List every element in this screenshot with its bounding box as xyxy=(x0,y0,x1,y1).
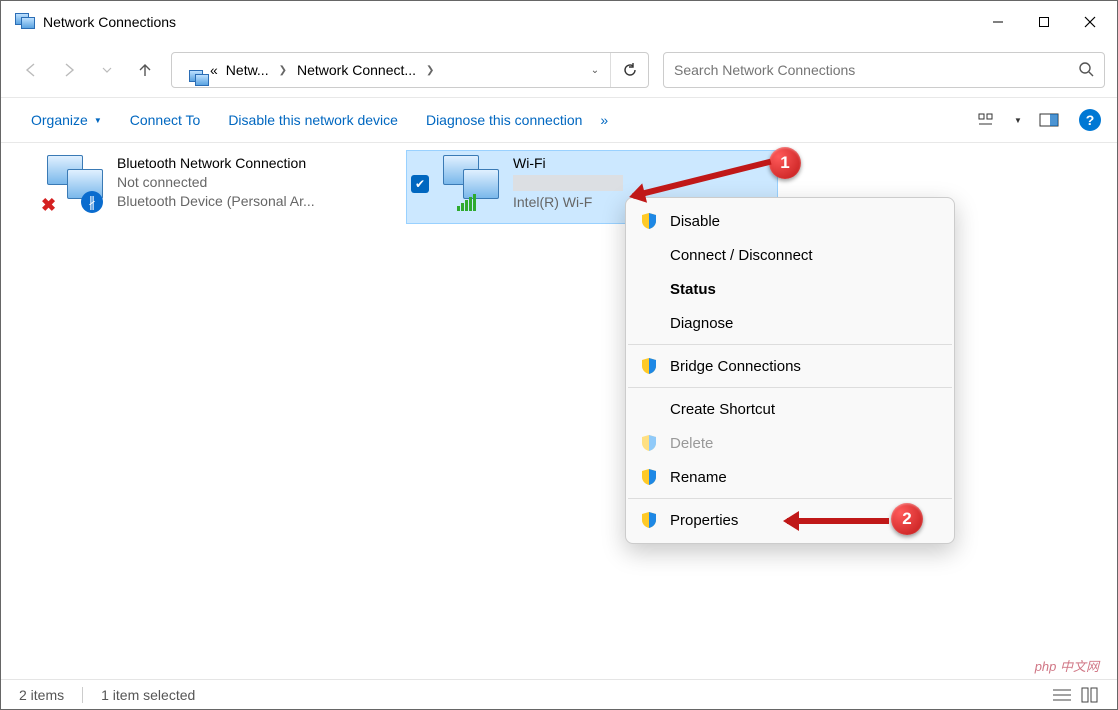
view-dropdown[interactable]: ▼ xyxy=(1009,102,1027,138)
menu-label: Delete xyxy=(670,435,713,452)
shield-icon xyxy=(640,434,658,452)
view-mode-icons[interactable] xyxy=(1053,687,1099,703)
status-selected-count: 1 item selected xyxy=(101,687,195,703)
network-icon xyxy=(15,13,33,31)
menu-disable[interactable]: Disable xyxy=(626,204,954,238)
search-box[interactable] xyxy=(663,52,1105,88)
organize-label: Organize xyxy=(31,112,88,128)
diagnose-label: Diagnose this connection xyxy=(426,112,582,128)
breadcrumb-2[interactable]: Network Connect... xyxy=(293,62,420,78)
menu-label: Properties xyxy=(670,512,738,529)
menu-label: Status xyxy=(670,281,716,298)
adapter-status: Not connected xyxy=(117,174,403,190)
status-bar: 2 items 1 item selected xyxy=(1,679,1117,709)
menu-delete: Delete xyxy=(626,426,954,460)
large-icons-view-icon[interactable] xyxy=(1081,687,1099,703)
menu-label: Bridge Connections xyxy=(670,358,801,375)
up-button[interactable] xyxy=(127,52,163,88)
annotation-badge-2: 2 xyxy=(891,503,923,535)
address-bar[interactable]: « Netw... ❯ Network Connect... ❯ ⌄ xyxy=(171,52,649,88)
menu-status[interactable]: Status xyxy=(626,272,954,306)
chevron-right-icon[interactable]: ❯ xyxy=(420,65,440,76)
details-view-icon[interactable] xyxy=(1053,687,1071,703)
title-bar: Network Connections xyxy=(1,1,1117,43)
connect-to-button[interactable]: Connect To xyxy=(116,98,215,142)
overflow-button[interactable]: » xyxy=(596,98,612,142)
shield-icon xyxy=(640,468,658,486)
menu-separator xyxy=(628,344,952,345)
shield-icon xyxy=(640,212,658,230)
menu-label: Connect / Disconnect xyxy=(670,247,813,264)
view-options-button[interactable] xyxy=(969,102,1005,138)
menu-create-shortcut[interactable]: Create Shortcut xyxy=(626,392,954,426)
chevron-right-icon[interactable]: ❯ xyxy=(273,65,293,76)
disable-device-button[interactable]: Disable this network device xyxy=(214,98,412,142)
help-button[interactable]: ? xyxy=(1079,109,1101,131)
breadcrumb[interactable]: « Netw... ❯ Network Connect... ❯ xyxy=(206,62,580,78)
menu-label: Rename xyxy=(670,469,727,486)
disconnected-x-icon: ✖ xyxy=(41,195,57,211)
refresh-button[interactable] xyxy=(610,53,648,87)
breadcrumb-1[interactable]: Netw... xyxy=(222,62,273,78)
organize-menu[interactable]: Organize ▼ xyxy=(17,98,116,142)
menu-separator xyxy=(628,498,952,499)
forward-button[interactable] xyxy=(51,52,87,88)
overflow-label: » xyxy=(600,112,608,128)
connect-label: Connect To xyxy=(130,112,201,128)
adapter-name: Bluetooth Network Connection xyxy=(117,155,403,171)
shield-icon xyxy=(640,357,658,375)
window-title: Network Connections xyxy=(43,14,975,30)
preview-pane-button[interactable] xyxy=(1031,102,1067,138)
context-menu: Disable Connect / Disconnect Status Diag… xyxy=(625,197,955,544)
annotation-badge-1: 1 xyxy=(769,147,801,179)
search-input[interactable] xyxy=(674,62,1078,78)
menu-rename[interactable]: Rename xyxy=(626,460,954,494)
nav-bar: « Netw... ❯ Network Connect... ❯ ⌄ xyxy=(1,43,1117,97)
address-dropdown[interactable]: ⌄ xyxy=(580,65,610,76)
maximize-button[interactable] xyxy=(1021,6,1067,38)
adapter-device: Bluetooth Device (Personal Ar... xyxy=(117,193,403,209)
close-button[interactable] xyxy=(1067,6,1113,38)
disable-label: Disable this network device xyxy=(228,112,398,128)
selected-check-icon[interactable]: ✔ xyxy=(411,175,429,193)
command-bar: Organize ▼ Connect To Disable this networ… xyxy=(1,97,1117,143)
back-button[interactable] xyxy=(13,52,49,88)
signal-bars-icon xyxy=(457,194,476,211)
minimize-button[interactable] xyxy=(975,6,1021,38)
menu-connect-disconnect[interactable]: Connect / Disconnect xyxy=(626,238,954,272)
wifi-adapter-icon xyxy=(437,155,507,213)
adapter-bluetooth[interactable]: ✖ ∦ Bluetooth Network Connection Not con… xyxy=(37,151,407,223)
watermark: php 中文网 xyxy=(1035,656,1099,675)
menu-diagnose[interactable]: Diagnose xyxy=(626,306,954,340)
status-separator xyxy=(82,687,83,703)
menu-bridge[interactable]: Bridge Connections xyxy=(626,349,954,383)
recent-dropdown[interactable] xyxy=(89,52,125,88)
bluetooth-adapter-icon: ✖ ∦ xyxy=(41,155,111,213)
chevron-down-icon: ▼ xyxy=(94,116,102,125)
status-item-count: 2 items xyxy=(19,687,64,703)
menu-label: Diagnose xyxy=(670,315,733,332)
menu-separator xyxy=(628,387,952,388)
diagnose-button[interactable]: Diagnose this connection xyxy=(412,98,596,142)
search-icon[interactable] xyxy=(1078,61,1094,80)
annotation-arrow-2 xyxy=(787,518,889,524)
menu-label: Disable xyxy=(670,213,720,230)
shield-icon xyxy=(640,511,658,529)
bluetooth-badge-icon: ∦ xyxy=(81,191,103,213)
menu-label: Create Shortcut xyxy=(670,401,775,418)
adapter-status xyxy=(513,175,623,191)
